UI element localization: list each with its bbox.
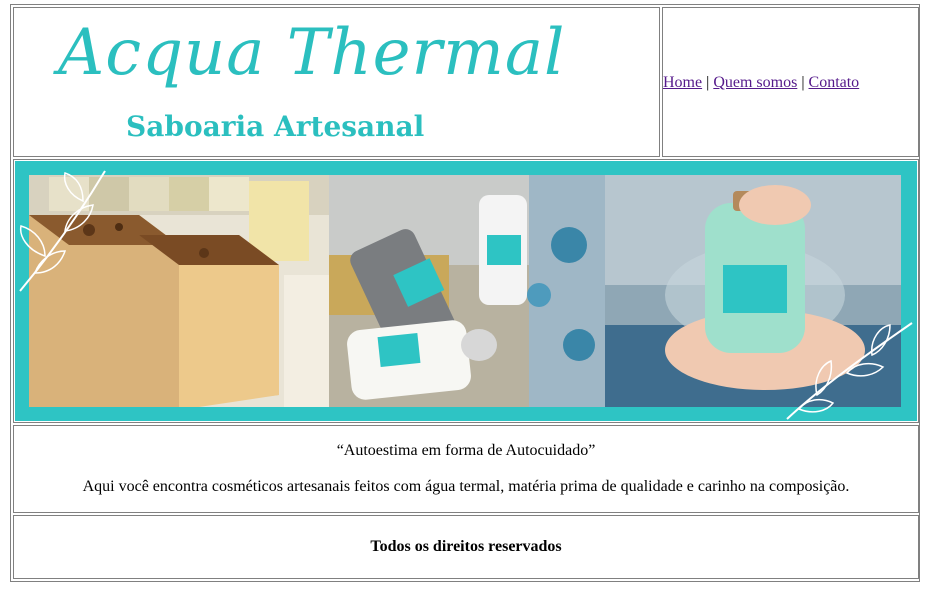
footer-cell: Todos os direitos reservados — [13, 515, 919, 579]
nav-separator: | — [801, 74, 805, 91]
banner-cell — [13, 159, 919, 423]
cosmetic-tubes-photo — [329, 175, 605, 407]
logo-cell: Acqua Thermal Saboaria Artesanal — [13, 7, 660, 157]
footer-text: Todos os direitos reservados — [370, 538, 562, 555]
nav-link-quem-somos[interactable]: Quem somos — [713, 74, 797, 91]
layout-table: Acqua Thermal Saboaria Artesanal Home | … — [10, 4, 920, 582]
logo-subtitle: Saboaria Artesanal — [126, 110, 425, 143]
slogan-quote: “Autoestima em forma de Autocuidado” — [336, 442, 596, 459]
nav-cell: Home | Quem somos | Contato — [662, 7, 919, 157]
leaf-decoration-icon — [786, 322, 913, 420]
leaf-decoration-icon — [19, 170, 106, 292]
logo-title: Acqua Thermal — [58, 16, 566, 90]
nav-separator: | — [706, 74, 710, 91]
nav-link-home[interactable]: Home — [663, 74, 702, 91]
main-nav: Home | Quem somos | Contato — [663, 74, 859, 92]
intro-description: Aqui você encontra cosméticos artesanais… — [82, 478, 850, 495]
nav-link-contato[interactable]: Contato — [809, 74, 860, 91]
intro-cell: “Autoestima em forma de Autocuidado” Aqu… — [13, 425, 919, 513]
banner-image — [15, 161, 917, 421]
